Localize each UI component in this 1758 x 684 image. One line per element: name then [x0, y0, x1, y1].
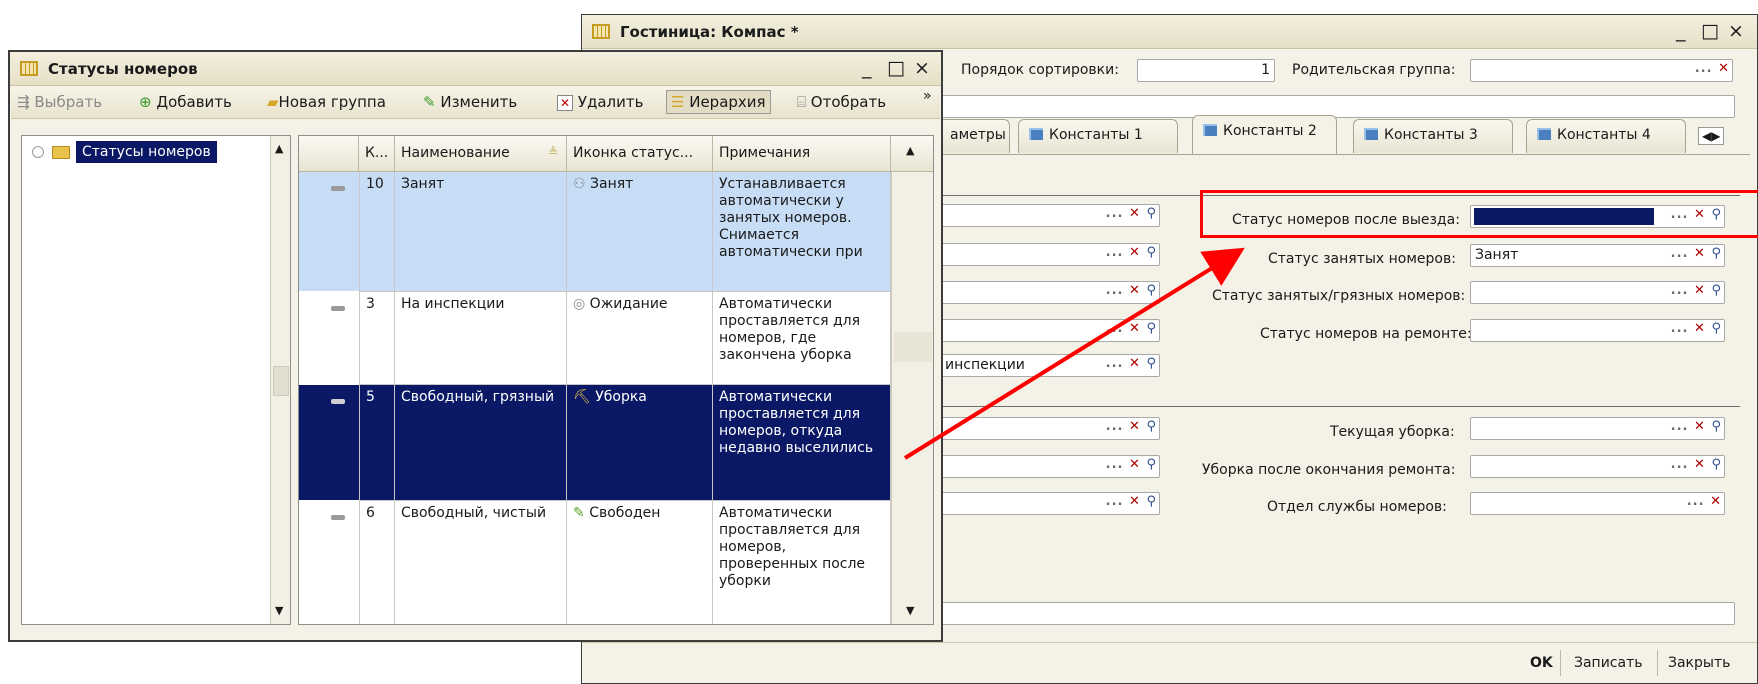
annotation-arrow [903, 247, 1245, 460]
